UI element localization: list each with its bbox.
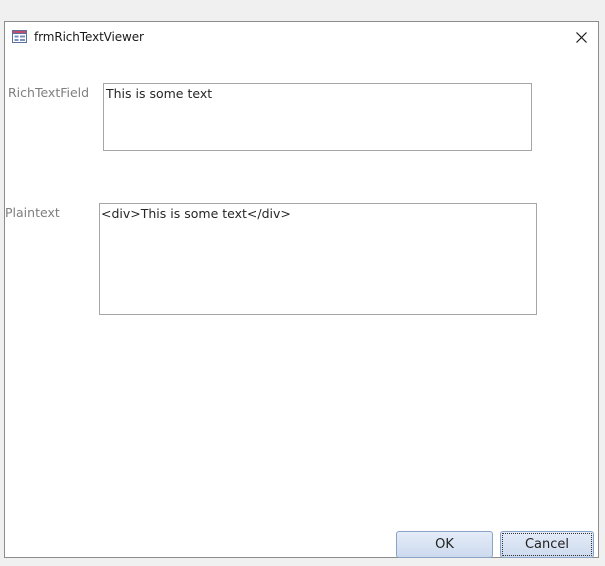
window-title: frmRichTextViewer bbox=[34, 30, 144, 44]
title-bar: frmRichTextViewer bbox=[5, 22, 598, 52]
plaintext-field[interactable]: <div>This is some text</div> bbox=[99, 203, 537, 315]
screen: frmRichTextViewer RichTextField This is … bbox=[0, 0, 605, 566]
close-button[interactable] bbox=[564, 22, 598, 52]
dialog-window: frmRichTextViewer RichTextField This is … bbox=[4, 21, 599, 558]
richtext-field[interactable]: This is some text bbox=[103, 83, 532, 151]
close-icon bbox=[575, 28, 587, 47]
richtext-field-label: RichTextField bbox=[8, 85, 90, 100]
plaintext-label: Plaintext bbox=[5, 205, 60, 220]
form-icon bbox=[12, 28, 27, 43]
cancel-button[interactable]: Cancel bbox=[500, 531, 594, 558]
ok-button[interactable]: OK bbox=[396, 531, 493, 558]
